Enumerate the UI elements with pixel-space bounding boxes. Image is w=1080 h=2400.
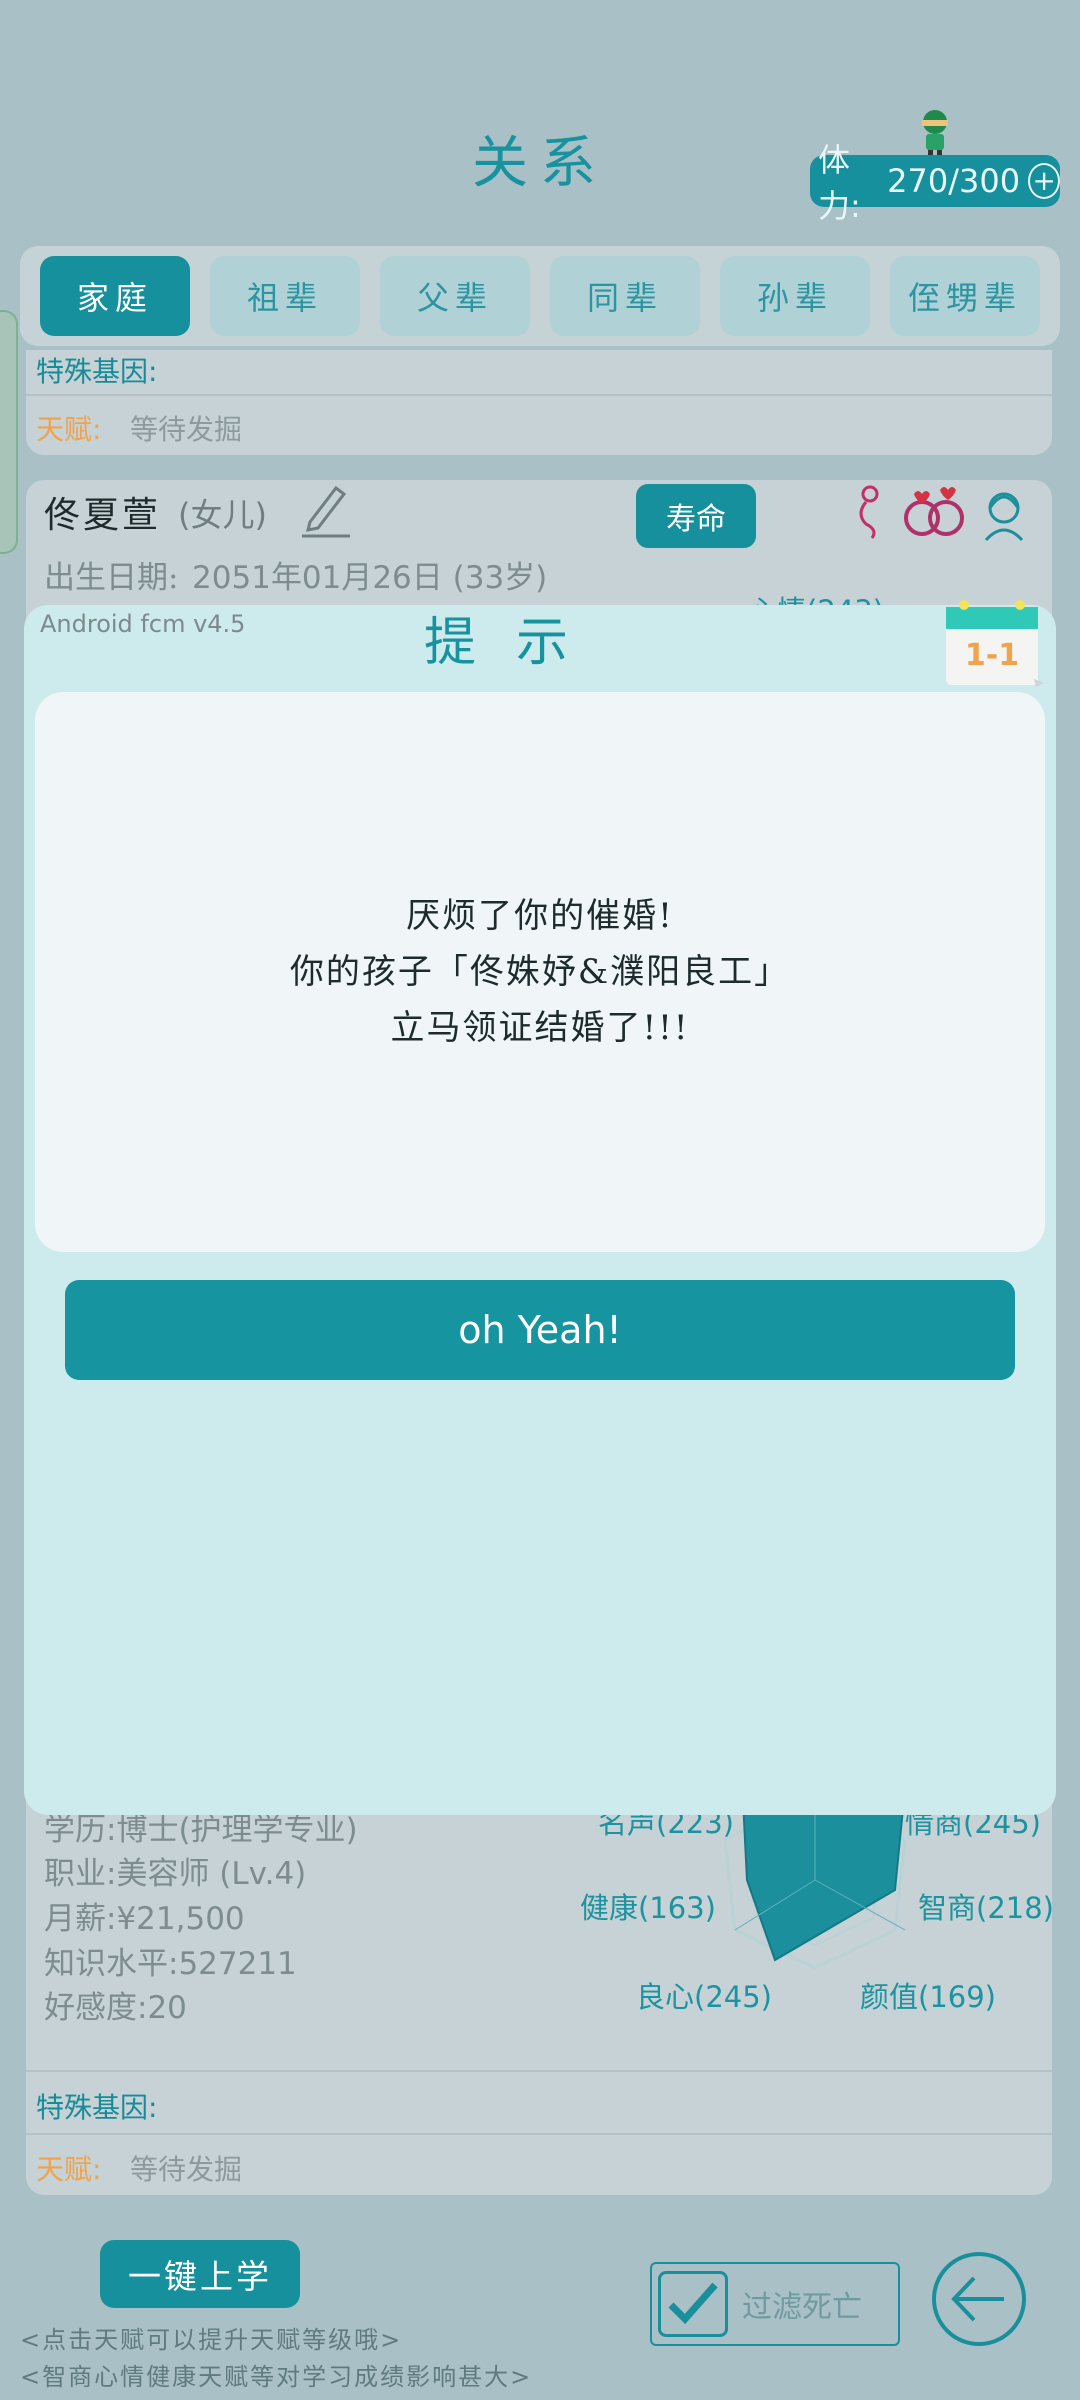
calendar-date: 1-1	[964, 638, 1020, 673]
radar-label-looks: 颜值(169)	[860, 1980, 996, 2014]
divider	[26, 2070, 1052, 2072]
favor-info: 好感度:20	[44, 1990, 187, 2026]
side-drawer-handle[interactable]	[0, 310, 18, 554]
tab-family[interactable]: 家庭	[40, 256, 190, 336]
marriage-rings-icon[interactable]	[900, 484, 970, 540]
talent-label: 天赋:	[36, 413, 102, 446]
knowledge-info: 知识水平:527211	[44, 1946, 297, 1982]
tab-siblings[interactable]: 同辈	[550, 256, 700, 336]
member-relation: (女儿)	[178, 496, 267, 534]
back-arrow-icon[interactable]	[930, 2250, 1028, 2348]
stamina-value: 270/300	[887, 162, 1021, 200]
confirm-button[interactable]: oh Yeah!	[65, 1280, 1015, 1380]
filter-dead-toggle[interactable]: 过滤死亡	[650, 2262, 900, 2346]
message-box: 厌烦了你的催婚! 你的孩子「佟姝妤&濮阳良工」 立马领证结婚了!!!	[35, 692, 1045, 1252]
talent-value[interactable]: 等待发掘	[130, 408, 242, 448]
radar-label-iq: 智商(218)	[918, 1891, 1054, 1925]
job-info: 职业:美容师 (Lv.4)	[44, 1856, 307, 1892]
birth-date-label: 出生日期:	[44, 560, 179, 596]
birth-date-value: 2051年01月26日 (33岁)	[192, 560, 548, 596]
hint-text: <智商心情健康天赋等对学习成绩影响甚大>	[20, 2363, 533, 2391]
divider	[26, 394, 1052, 396]
portrait-icon[interactable]	[980, 486, 1028, 542]
salary-info: 月薪:¥21,500	[44, 1901, 245, 1937]
tab-grandchildren[interactable]: 孙辈	[720, 256, 870, 336]
stamina-display[interactable]: 体力: 270/300 +	[810, 141, 1060, 225]
add-stamina-icon[interactable]: +	[1028, 163, 1060, 199]
dialog-title: 提示	[423, 613, 608, 673]
radar-label-health: 健康(163)	[580, 1891, 716, 1925]
edit-name-icon[interactable]	[300, 482, 350, 538]
member-name: 佟夏萱	[44, 495, 162, 536]
radar-label-conscience: 良心(245)	[636, 1980, 772, 2014]
pregnancy-icon[interactable]	[852, 484, 888, 540]
message-line: 你的孩子「佟姝妤&濮阳良工」	[289, 952, 791, 992]
divider	[26, 2133, 1052, 2135]
tab-nephews[interactable]: 侄甥辈	[890, 256, 1040, 336]
stamina-label: 体力:	[818, 141, 861, 225]
hint-text: <点击天赋可以提升天赋等级哦>	[20, 2326, 403, 2354]
checkbox-icon[interactable]	[658, 2271, 728, 2337]
filter-dead-label: 过滤死亡	[742, 2290, 862, 2325]
member-card-top: 特殊基因: 天赋: 等待发掘	[26, 350, 1052, 455]
tab-parents[interactable]: 父辈	[380, 256, 530, 336]
tab-grandparents[interactable]: 祖辈	[210, 256, 360, 336]
special-gene-label: 特殊基因:	[36, 2091, 158, 2124]
character-avatar-icon	[922, 110, 948, 159]
relation-tabs: 家庭 祖辈 父辈 同辈 孙辈 侄甥辈	[20, 246, 1060, 346]
attribute-radar-chart	[723, 1790, 907, 1970]
talent-label: 天赋:	[36, 2153, 102, 2186]
talent-value[interactable]: 等待发掘	[130, 2148, 242, 2188]
message-line: 厌烦了你的催婚!	[406, 896, 674, 936]
message-line: 立马领证结婚了!!!	[390, 1008, 690, 1048]
lifespan-button[interactable]: 寿命	[636, 484, 756, 548]
special-gene-label: 特殊基因:	[36, 355, 158, 388]
one-click-school-button[interactable]: 一键上学	[100, 2240, 300, 2308]
